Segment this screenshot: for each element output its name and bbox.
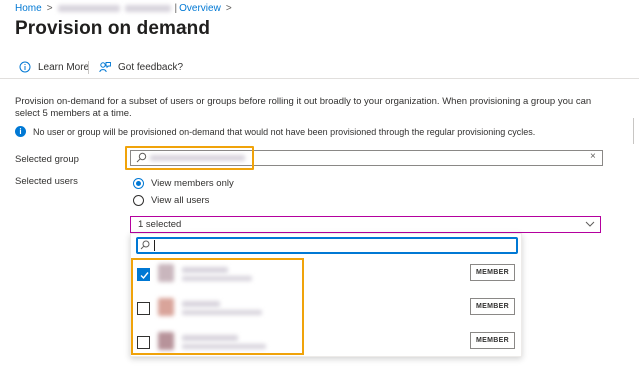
- breadcrumb-pipe: |: [174, 2, 178, 14]
- info-icon: i: [15, 126, 26, 137]
- learn-more-button[interactable]: Learn More: [19, 58, 89, 76]
- scrollbar-edge[interactable]: [633, 118, 639, 144]
- member-button[interactable]: MEMBER: [470, 332, 515, 349]
- search-icon: [140, 240, 150, 250]
- description-text: Provision on-demand for a subset of user…: [15, 96, 592, 119]
- dropdown-value: 1 selected: [138, 219, 182, 230]
- info-banner: i No user or group will be provisioned o…: [15, 126, 535, 137]
- chevron-down-icon[interactable]: [585, 219, 595, 229]
- feedback-button[interactable]: Got feedback?: [99, 58, 183, 76]
- command-bar: Learn More Got feedback?: [0, 57, 639, 79]
- radio-members-only-label: View members only: [151, 178, 234, 189]
- breadcrumb-separator-2: >: [225, 2, 232, 14]
- breadcrumb: Home > | Overview >: [15, 2, 237, 14]
- breadcrumb-overview-link[interactable]: Overview: [179, 3, 221, 14]
- breadcrumb-separator: >: [46, 2, 53, 14]
- learn-more-label: Learn More: [38, 61, 90, 73]
- radio-circle[interactable]: [133, 195, 144, 206]
- radio-circle-selected[interactable]: [133, 178, 144, 189]
- feedback-person-icon: [99, 61, 111, 73]
- radio-view-all-users[interactable]: View all users: [133, 195, 209, 206]
- clear-icon[interactable]: ×: [590, 151, 596, 162]
- more-options-icon[interactable]: ···: [180, 20, 192, 34]
- feedback-label: Got feedback?: [118, 61, 184, 73]
- selected-users-label: Selected users: [15, 176, 78, 187]
- radio-view-members-only[interactable]: View members only: [133, 178, 234, 189]
- breadcrumb-redacted-app[interactable]: [57, 4, 120, 12]
- dropdown-search-input[interactable]: [136, 237, 518, 254]
- toolbar-divider: [88, 61, 89, 74]
- breadcrumb-home-link[interactable]: Home: [15, 3, 42, 14]
- member-button[interactable]: MEMBER: [470, 298, 515, 315]
- breadcrumb-redacted-app-2[interactable]: [124, 4, 171, 12]
- selected-group-highlight: [125, 146, 254, 170]
- selected-users-dropdown[interactable]: 1 selected: [130, 216, 601, 233]
- radio-all-users-label: View all users: [151, 195, 210, 206]
- member-button[interactable]: MEMBER: [470, 264, 515, 281]
- selected-users-highlight: [131, 258, 304, 355]
- info-circle-icon: [19, 61, 31, 73]
- text-caret: [154, 240, 155, 251]
- info-text: No user or group will be provisioned on-…: [33, 126, 536, 137]
- selected-group-label: Selected group: [15, 154, 79, 165]
